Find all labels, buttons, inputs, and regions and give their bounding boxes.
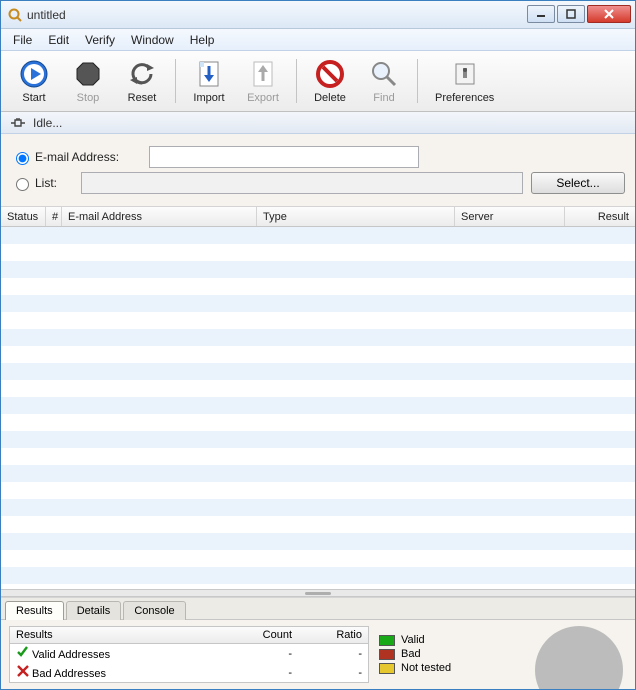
list-radio-text: List: [35,176,57,190]
stop-button[interactable]: Stop [65,55,111,107]
legend-valid: Valid [379,634,451,646]
swatch-valid [379,635,395,646]
col-num[interactable]: # [46,207,62,226]
menu-file[interactable]: File [5,31,40,49]
col-type[interactable]: Type [257,207,455,226]
results-table: Results Count Ratio Valid Addresses - - … [9,626,369,683]
tab-console[interactable]: Console [123,601,185,620]
preferences-button[interactable]: Preferences [428,55,501,107]
cross-icon [16,665,30,677]
toolbar-separator [417,59,418,103]
minimize-button[interactable] [527,5,555,23]
delete-button[interactable]: Delete [307,55,353,107]
window-buttons [525,5,631,25]
stop-icon [72,58,104,90]
col-email[interactable]: E-mail Address [62,207,257,226]
maximize-button[interactable] [557,5,585,23]
pie-chart [535,626,623,689]
delete-icon [314,58,346,90]
export-button[interactable]: Export [240,55,286,107]
reset-button[interactable]: Reset [119,55,165,107]
menu-bar: File Edit Verify Window Help [1,29,635,51]
rt-head-results[interactable]: Results [10,627,228,643]
app-window: untitled File Edit Verify Window Help St… [0,0,636,690]
table-row: Valid Addresses - - [10,644,368,663]
preferences-label: Preferences [435,92,494,104]
find-button[interactable]: Find [361,55,407,107]
results-panel: Results Count Ratio Valid Addresses - - … [1,620,635,689]
rt-head-ratio[interactable]: Ratio [298,627,368,643]
toolbar-separator [296,59,297,103]
grid-area: Status # E-mail Address Type Server Resu… [1,207,635,589]
splitter[interactable] [1,589,635,597]
toolbar: Start Stop Reset Import Export Delete Fi… [1,51,635,112]
search-icon [368,58,400,90]
col-result[interactable]: Result [565,207,635,226]
list-radio-label[interactable]: List: [11,175,63,191]
start-label: Start [22,92,45,104]
import-button[interactable]: Import [186,55,232,107]
col-status[interactable]: Status [1,207,46,226]
find-label: Find [373,92,394,104]
legend-not-tested: Not tested [379,662,451,674]
import-icon [193,58,225,90]
export-label: Export [247,92,279,104]
tab-results[interactable]: Results [5,601,64,620]
play-icon [18,58,50,90]
menu-help[interactable]: Help [182,31,223,49]
input-area: E-mail Address: List: Select... [1,134,635,207]
col-server[interactable]: Server [455,207,565,226]
email-radio[interactable] [16,152,29,165]
grid-header: Status # E-mail Address Type Server Resu… [1,207,635,227]
tab-details[interactable]: Details [66,601,122,620]
table-row: Bad Addresses - - [10,663,368,682]
row-label: Valid Addresses [32,649,110,661]
export-icon [247,58,279,90]
swatch-bad [379,649,395,660]
check-icon [16,646,30,658]
app-icon [7,7,23,23]
legend-bad: Bad [379,648,451,660]
toolbar-separator [175,59,176,103]
legend: Valid Bad Not tested [379,626,451,683]
grid-body[interactable] [1,227,635,589]
connection-icon [9,116,27,130]
bottom-panel: Results Details Console Results Count Ra… [1,597,635,689]
status-text: Idle... [33,116,62,130]
email-radio-label[interactable]: E-mail Address: [11,149,131,165]
menu-window[interactable]: Window [123,31,182,49]
select-button[interactable]: Select... [531,172,625,194]
row-count: - [228,666,298,680]
start-button[interactable]: Start [11,55,57,107]
email-input[interactable] [149,146,419,168]
menu-edit[interactable]: Edit [40,31,77,49]
list-radio[interactable] [16,178,29,191]
swatch-not-tested [379,663,395,674]
window-title: untitled [27,8,525,22]
list-input[interactable] [81,172,523,194]
tab-strip: Results Details Console [1,598,635,620]
row-label: Bad Addresses [32,668,106,680]
reset-label: Reset [128,92,157,104]
row-ratio: - [298,647,368,661]
preferences-icon [449,58,481,90]
import-label: Import [193,92,224,104]
row-ratio: - [298,666,368,680]
stop-label: Stop [77,92,100,104]
status-bar: Idle... [1,112,635,134]
close-button[interactable] [587,5,631,23]
rt-head-count[interactable]: Count [228,627,298,643]
refresh-icon [126,58,158,90]
title-bar: untitled [1,1,635,29]
email-radio-text: E-mail Address: [35,150,119,164]
menu-verify[interactable]: Verify [77,31,123,49]
row-count: - [228,647,298,661]
delete-label: Delete [314,92,346,104]
